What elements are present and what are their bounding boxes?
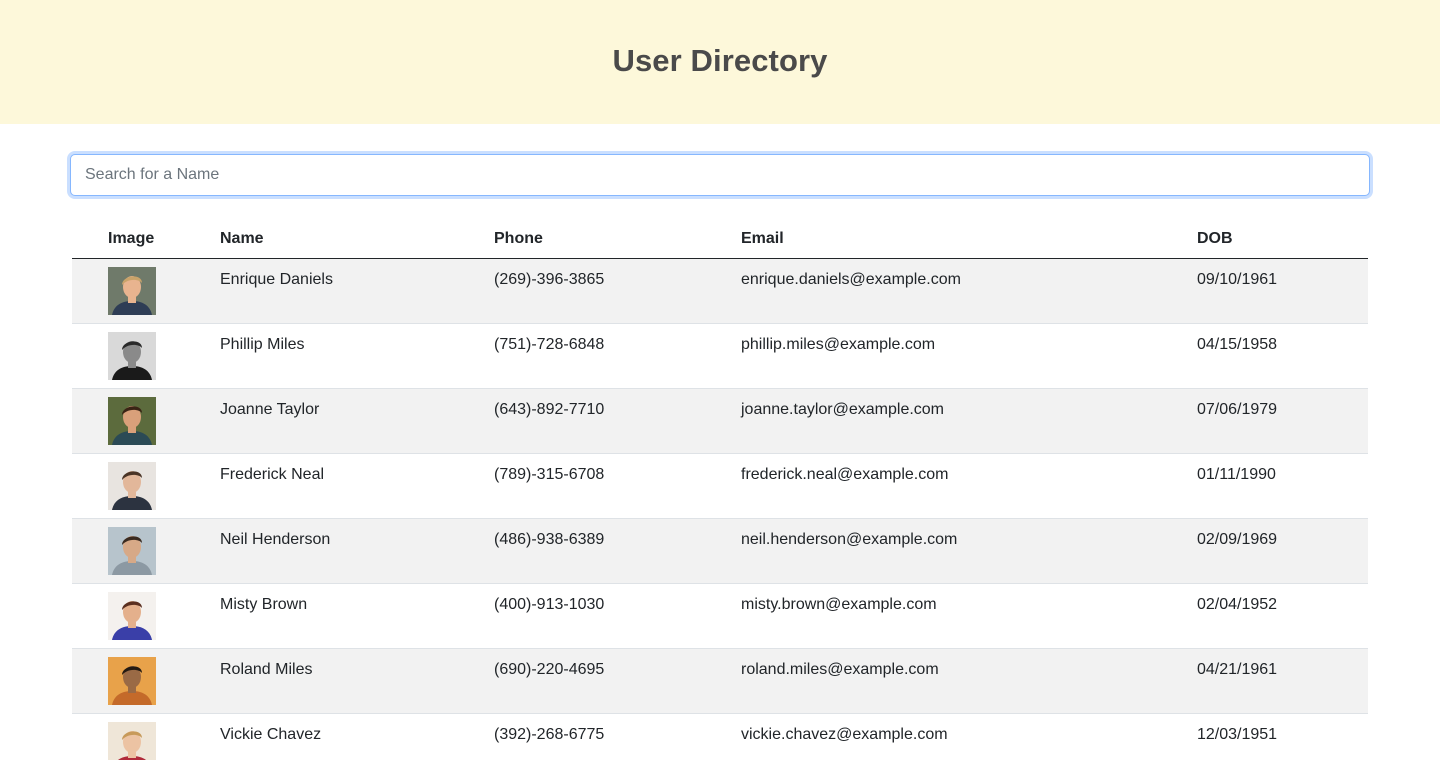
avatar <box>108 657 156 705</box>
user-name: Misty Brown <box>220 596 308 613</box>
page-title: User Directory <box>612 43 828 78</box>
user-name: Neil Henderson <box>220 531 331 548</box>
user-phone: (643)-892-7710 <box>494 401 605 418</box>
table-row[interactable]: Neil Henderson (486)-938-6389 neil.hende… <box>72 519 1368 584</box>
user-table: Image Name Phone Email DOB Enrique Danie… <box>72 218 1368 760</box>
column-header-name[interactable]: Name <box>220 230 264 248</box>
user-phone: (690)-220-4695 <box>494 661 605 678</box>
avatar-portrait-icon <box>108 527 156 575</box>
page-header: User Directory <box>0 0 1440 124</box>
user-dob: 02/04/1952 <box>1197 596 1278 613</box>
user-phone: (751)-728-6848 <box>494 336 605 353</box>
app-window: User Directory Image Name Phone Email DO… <box>0 0 1440 760</box>
column-header-dob[interactable]: DOB <box>1197 230 1233 248</box>
user-email: phillip.miles@example.com <box>741 336 936 353</box>
user-dob: 02/09/1969 <box>1197 531 1278 548</box>
user-dob: 09/10/1961 <box>1197 271 1278 288</box>
user-name: Phillip Miles <box>220 336 305 353</box>
user-email: roland.miles@example.com <box>741 661 939 678</box>
user-phone: (269)-396-3865 <box>494 271 605 288</box>
table-header: Image Name Phone Email DOB <box>72 218 1368 259</box>
user-name: Vickie Chavez <box>220 726 322 743</box>
user-name: Joanne Taylor <box>220 401 320 418</box>
user-phone: (400)-913-1030 <box>494 596 605 613</box>
avatar-portrait-icon <box>108 397 156 445</box>
avatar-portrait-icon <box>108 657 156 705</box>
search-container <box>70 154 1370 196</box>
avatar-portrait-icon <box>108 462 156 510</box>
avatar <box>108 592 156 640</box>
search-input[interactable] <box>70 154 1370 196</box>
column-header-phone[interactable]: Phone <box>494 230 543 248</box>
user-phone: (392)-268-6775 <box>494 726 605 743</box>
avatar-portrait-icon <box>108 332 156 380</box>
table-row[interactable]: Joanne Taylor (643)-892-7710 joanne.tayl… <box>72 389 1368 454</box>
user-dob: 04/15/1958 <box>1197 336 1278 353</box>
user-email: joanne.taylor@example.com <box>741 401 945 418</box>
user-dob: 04/21/1961 <box>1197 661 1278 678</box>
avatar <box>108 267 156 315</box>
user-email: enrique.daniels@example.com <box>741 271 961 288</box>
avatar-portrait-icon <box>108 592 156 640</box>
user-email: vickie.chavez@example.com <box>741 726 948 743</box>
table-row[interactable]: Frederick Neal (789)-315-6708 frederick.… <box>72 454 1368 519</box>
user-dob: 12/03/1951 <box>1197 726 1278 743</box>
avatar <box>108 397 156 445</box>
user-phone: (789)-315-6708 <box>494 466 605 483</box>
user-dob: 01/11/1990 <box>1197 466 1276 483</box>
user-name: Roland Miles <box>220 661 313 678</box>
user-dob: 07/06/1979 <box>1197 401 1278 418</box>
table-body: Enrique Daniels (269)-396-3865 enrique.d… <box>72 259 1368 760</box>
avatar <box>108 332 156 380</box>
user-name: Frederick Neal <box>220 466 325 483</box>
user-email: misty.brown@example.com <box>741 596 937 613</box>
user-email: frederick.neal@example.com <box>741 466 949 483</box>
user-phone: (486)-938-6389 <box>494 531 605 548</box>
avatar <box>108 462 156 510</box>
user-email: neil.henderson@example.com <box>741 531 958 548</box>
table-row[interactable]: Phillip Miles (751)-728-6848 phillip.mil… <box>72 324 1368 389</box>
column-header-email[interactable]: Email <box>741 230 784 248</box>
table-row[interactable]: Enrique Daniels (269)-396-3865 enrique.d… <box>72 259 1368 324</box>
user-name: Enrique Daniels <box>220 271 333 288</box>
avatar-portrait-icon <box>108 722 156 760</box>
table-row[interactable]: Misty Brown (400)-913-1030 misty.brown@e… <box>72 584 1368 649</box>
column-header-image[interactable]: Image <box>108 230 154 248</box>
table-row[interactable]: Vickie Chavez (392)-268-6775 vickie.chav… <box>72 714 1368 760</box>
avatar <box>108 722 156 760</box>
table-row[interactable]: Roland Miles (690)-220-4695 roland.miles… <box>72 649 1368 714</box>
avatar-portrait-icon <box>108 267 156 315</box>
avatar <box>108 527 156 575</box>
